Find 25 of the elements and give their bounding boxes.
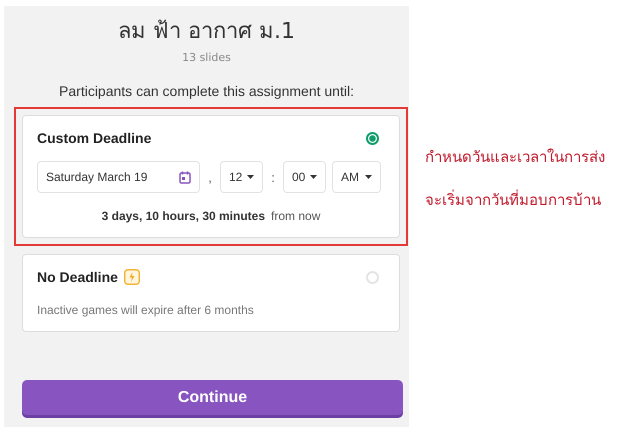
colon-separator: : — [270, 170, 276, 184]
caret-icon — [310, 175, 317, 179]
duration-suffix: from now — [271, 209, 320, 223]
slide-count: 13 slides — [182, 51, 231, 64]
option-note: Inactive games will expire after 6 months — [37, 303, 255, 317]
duration-text: 3 days, 10 hours, 30 minutes — [102, 209, 266, 223]
caret-icon — [247, 175, 254, 179]
calendar-icon — [179, 170, 191, 184]
continue-button[interactable]: Continue — [22, 380, 403, 415]
radio-button[interactable] — [366, 132, 379, 144]
caret-icon — [365, 175, 372, 179]
option-card[interactable]: No Deadline Inactive games will expire after 6 months — [22, 254, 400, 332]
lightning-icon — [124, 269, 140, 285]
lesson-title: ลม ฟ้า อากาศ ม.1 — [118, 18, 295, 46]
prompt-text: Participants can complete this assignment until: — [59, 83, 354, 99]
option-title: No Deadline — [37, 269, 118, 285]
option-title: Custom Deadline — [37, 130, 152, 146]
period-dropdown[interactable]: AM — [332, 161, 381, 193]
minute-dropdown[interactable]: 00 — [283, 161, 326, 193]
comma-separator: , — [207, 170, 213, 184]
option-card[interactable]: Custom Deadline Saturday March 19 , 12 : 00 AM 3 days, 10 hours, 30 minutes from now — [22, 115, 400, 238]
annotation-text: จะเริ่มจากวันที่มอบการบ้าน — [425, 188, 602, 211]
date-field[interactable]: Saturday March 19 — [37, 161, 200, 193]
annotation-text: กำหนดวันและเวลาในการส่ง — [425, 147, 605, 168]
hour-dropdown[interactable]: 12 — [220, 161, 263, 193]
